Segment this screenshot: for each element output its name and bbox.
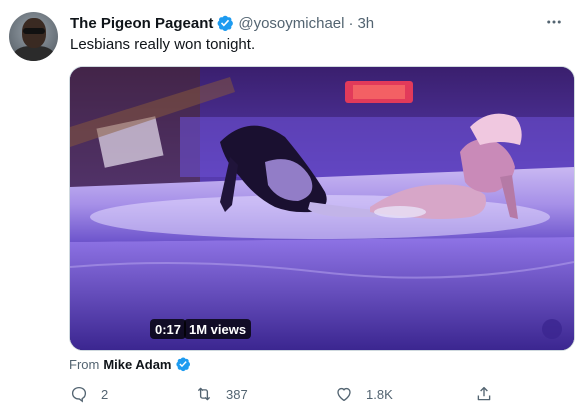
tweet-actions: 2 387 1.8K: [64, 384, 504, 408]
reply-button[interactable]: 2: [69, 384, 108, 404]
timestamp[interactable]: 3h: [357, 15, 374, 32]
avatar[interactable]: [9, 12, 58, 61]
user-handle[interactable]: @yosoymichael: [238, 15, 344, 32]
more-dots-icon[interactable]: [544, 12, 564, 32]
share-icon: [474, 384, 494, 404]
video-attribution: From Mike Adam: [69, 356, 195, 372]
verified-badge-icon: [175, 356, 191, 372]
tweet-header: The Pigeon Pageant @yosoymichael · 3h: [70, 13, 374, 33]
reply-icon: [69, 384, 89, 404]
verified-badge-icon: [216, 14, 234, 32]
share-button[interactable]: [474, 384, 494, 404]
heart-icon: [334, 384, 354, 404]
like-count: 1.8K: [366, 386, 393, 402]
tweet-card[interactable]: The Pigeon Pageant @yosoymichael · 3h Le…: [0, 0, 578, 414]
video-frame: [70, 67, 574, 350]
display-name[interactable]: The Pigeon Pageant: [70, 15, 213, 32]
video-duration-badge: 0:17: [150, 319, 187, 339]
like-button[interactable]: 1.8K: [334, 384, 393, 404]
retweet-button[interactable]: 387: [194, 384, 248, 404]
tweet-text: Lesbians really won tonight.: [70, 36, 256, 53]
retweet-icon: [194, 384, 214, 404]
separator-dot: ·: [348, 14, 354, 32]
reply-count: 2: [101, 386, 109, 402]
video-player[interactable]: 0:17 1M views: [69, 66, 575, 351]
attribution-author-link[interactable]: Mike Adam: [103, 357, 171, 372]
attribution-prefix: From: [69, 356, 100, 372]
video-views-badge: 1M views: [184, 319, 252, 339]
retweet-count: 387: [226, 386, 248, 402]
